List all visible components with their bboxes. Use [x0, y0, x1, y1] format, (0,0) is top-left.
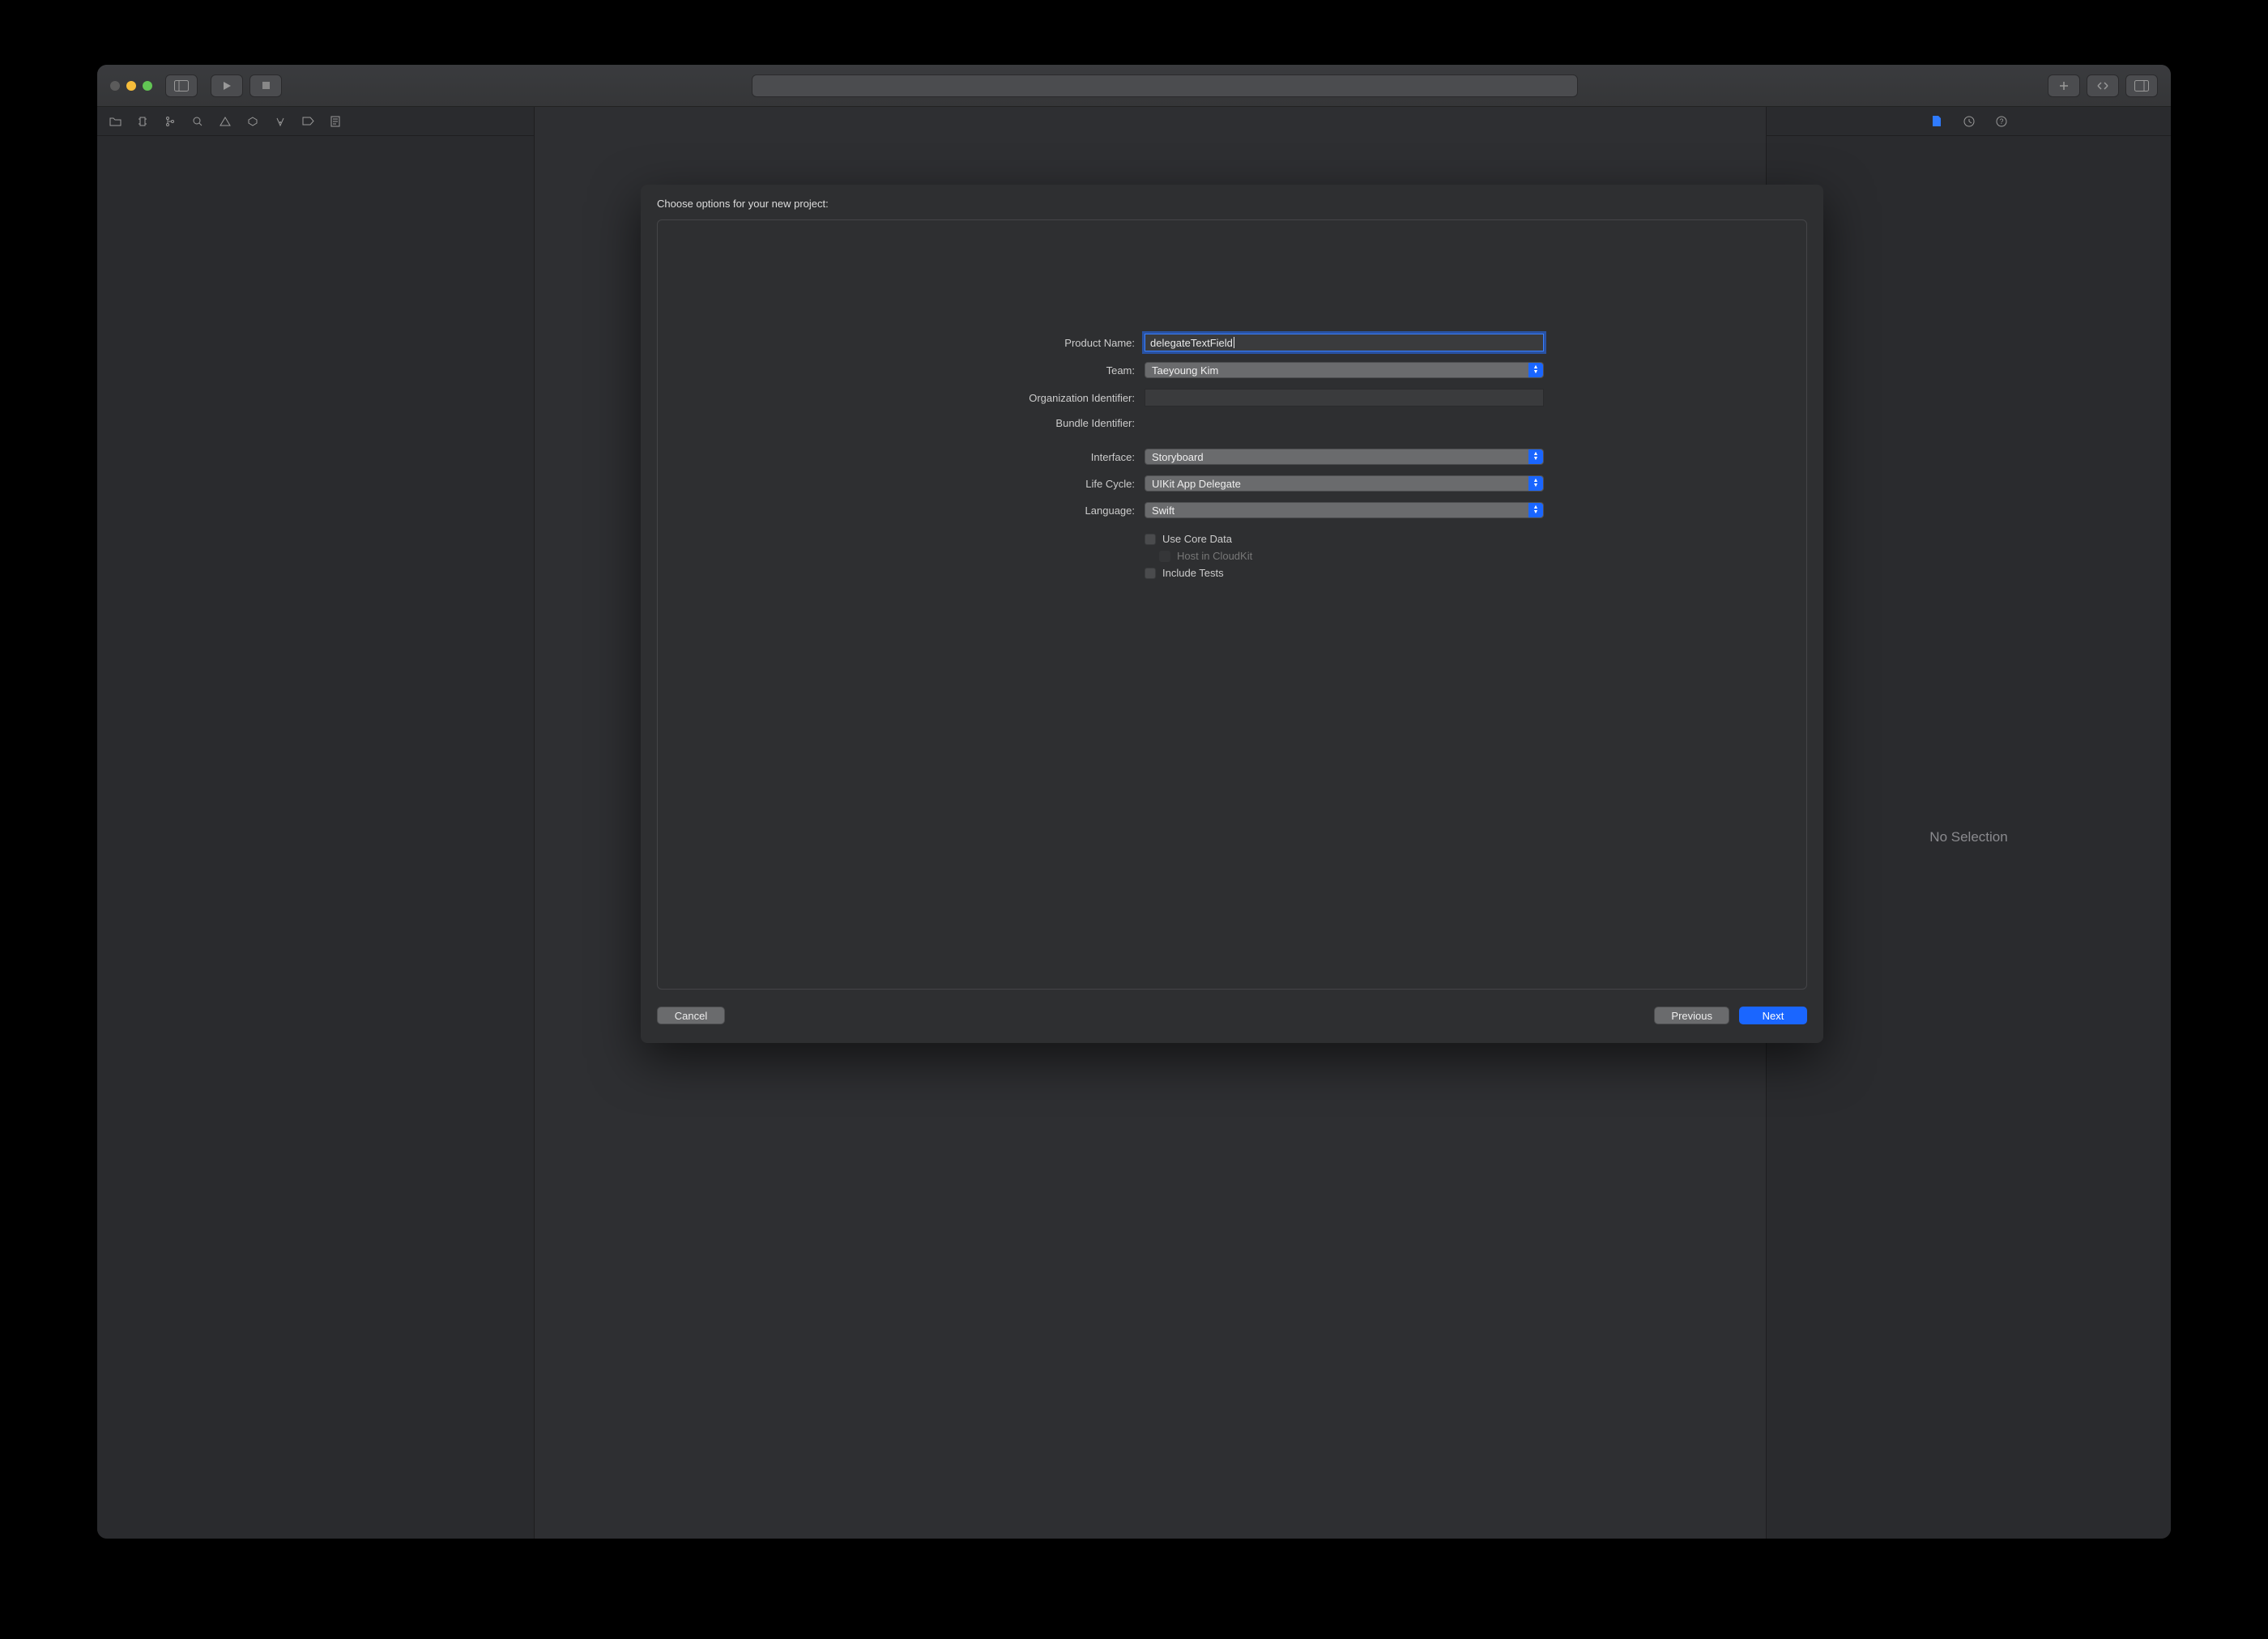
code-review-icon: [2095, 81, 2110, 91]
product-name-label: Product Name:: [920, 337, 1135, 349]
project-options-form: Product Name: delegateTextField Team: Ta…: [920, 334, 1544, 584]
next-button[interactable]: Next: [1739, 1007, 1807, 1024]
team-select[interactable]: Taeyoung Kim ▲▼: [1145, 362, 1544, 378]
debug-navigator-tab[interactable]: [274, 115, 287, 128]
lifecycle-label: Life Cycle:: [920, 478, 1135, 490]
host-cloudkit-checkbox: [1159, 551, 1170, 562]
interface-select[interactable]: Storyboard ▲▼: [1145, 449, 1544, 465]
product-name-input[interactable]: delegateTextField: [1145, 334, 1544, 351]
navigator-tabs: [97, 107, 534, 136]
inspector-icon: [2134, 80, 2149, 92]
select-arrows-icon: ▲▼: [1528, 363, 1543, 377]
history-icon: [1963, 116, 1975, 127]
lifecycle-value: UIKit App Delegate: [1152, 478, 1241, 490]
run-button[interactable]: [211, 74, 243, 97]
debug-icon: [275, 116, 286, 127]
previous-button[interactable]: Previous: [1654, 1007, 1729, 1024]
plus-icon: [2058, 80, 2070, 92]
organization-identifier-input[interactable]: [1145, 389, 1544, 407]
no-selection-label: No Selection: [1767, 136, 2171, 1539]
xcode-window: ? No Selection Choose options for your n…: [97, 65, 2171, 1539]
stop-button[interactable]: [249, 74, 282, 97]
search-icon: [192, 116, 203, 127]
test-icon: [247, 116, 258, 127]
file-icon: [1932, 115, 1942, 127]
issue-navigator-tab[interactable]: [219, 115, 232, 128]
library-button[interactable]: [2048, 74, 2080, 97]
history-inspector-tab[interactable]: [1963, 115, 1976, 128]
symbol-icon: [164, 116, 176, 127]
select-arrows-icon: ▲▼: [1528, 503, 1543, 517]
inspector-tabs: ?: [1767, 107, 2171, 136]
bundle-identifier-label: Bundle Identifier:: [920, 417, 1135, 429]
help-inspector-tab[interactable]: ?: [1995, 115, 2008, 128]
project-navigator-tab[interactable]: [109, 115, 122, 128]
sidebar-icon: [174, 80, 189, 92]
close-button[interactable]: [110, 81, 120, 91]
sheet-body: Product Name: delegateTextField Team: Ta…: [657, 219, 1807, 990]
code-review-button[interactable]: [2087, 74, 2119, 97]
report-navigator-tab[interactable]: [329, 115, 342, 128]
source-control-icon: [137, 116, 148, 127]
sheet-footer: Cancel Previous Next: [641, 999, 1823, 1043]
new-project-options-sheet: Choose options for your new project: Pro…: [641, 185, 1823, 1043]
lifecycle-select[interactable]: UIKit App Delegate ▲▼: [1145, 475, 1544, 492]
team-label: Team:: [920, 364, 1135, 377]
zoom-button[interactable]: [143, 81, 152, 91]
inspector-panel: ? No Selection: [1766, 107, 2171, 1539]
help-icon: ?: [1996, 116, 2007, 127]
include-tests-label: Include Tests: [1162, 567, 1224, 579]
inspector-toggle-button[interactable]: [2125, 74, 2158, 97]
traffic-lights: [110, 81, 152, 91]
use-core-data-checkbox[interactable]: [1145, 534, 1156, 545]
test-navigator-tab[interactable]: [246, 115, 259, 128]
language-select[interactable]: Swift ▲▼: [1145, 502, 1544, 518]
team-value: Taeyoung Kim: [1152, 364, 1218, 377]
language-value: Swift: [1152, 504, 1174, 517]
interface-value: Storyboard: [1152, 451, 1204, 463]
organization-identifier-label: Organization Identifier:: [920, 392, 1135, 404]
select-arrows-icon: ▲▼: [1528, 476, 1543, 491]
host-cloudkit-label: Host in CloudKit: [1177, 550, 1252, 562]
sheet-title: Choose options for your new project:: [641, 185, 1823, 219]
stop-icon: [262, 81, 271, 90]
svg-text:?: ?: [1999, 117, 2003, 126]
interface-label: Interface:: [920, 451, 1135, 463]
report-icon: [330, 116, 340, 127]
language-label: Language:: [920, 504, 1135, 517]
symbol-navigator-tab[interactable]: [164, 115, 177, 128]
play-icon: [222, 81, 232, 91]
navigator-panel: [97, 107, 535, 1539]
scheme-bar[interactable]: [752, 74, 1578, 97]
file-inspector-tab[interactable]: [1930, 115, 1943, 128]
sidebar-toggle-button[interactable]: [165, 74, 198, 97]
breakpoint-icon: [302, 117, 314, 126]
product-name-value: delegateTextField: [1150, 337, 1233, 349]
find-navigator-tab[interactable]: [191, 115, 204, 128]
cancel-button[interactable]: Cancel: [657, 1007, 725, 1024]
source-control-navigator-tab[interactable]: [136, 115, 149, 128]
folder-icon: [109, 117, 122, 126]
include-tests-checkbox[interactable]: [1145, 568, 1156, 579]
warning-icon: [220, 116, 231, 127]
breakpoint-navigator-tab[interactable]: [301, 115, 314, 128]
select-arrows-icon: ▲▼: [1528, 449, 1543, 464]
titlebar: [97, 65, 2171, 107]
use-core-data-label: Use Core Data: [1162, 533, 1232, 545]
minimize-button[interactable]: [126, 81, 136, 91]
